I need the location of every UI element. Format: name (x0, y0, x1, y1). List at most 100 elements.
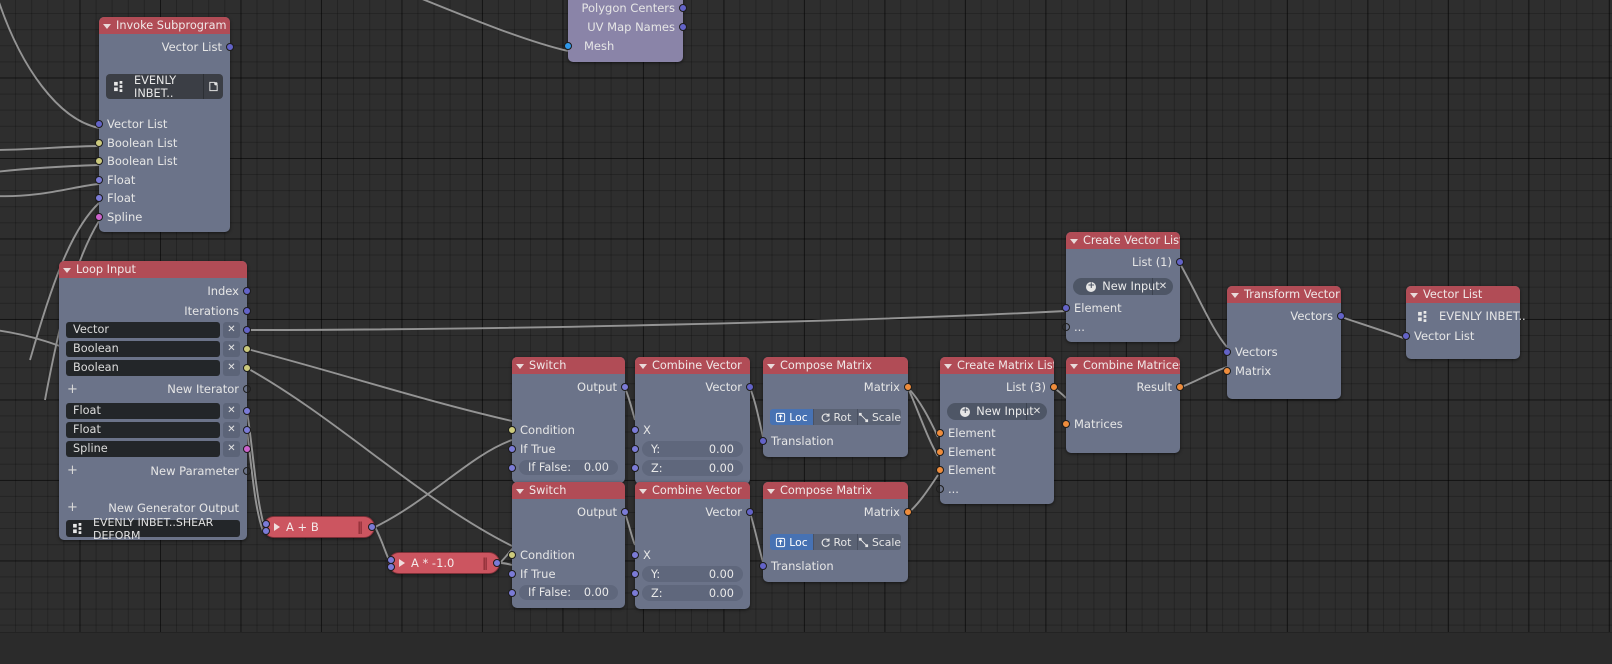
node-compose-matrix-2[interactable]: Compose Matrix Matrix Loc Rot Scale Tran… (759, 482, 912, 582)
socket-vector[interactable] (679, 4, 687, 13)
socket-b[interactable] (387, 563, 395, 571)
socket-translation[interactable] (759, 562, 767, 571)
collapse-triangle-icon[interactable] (103, 23, 111, 29)
socket-vector-list[interactable] (226, 42, 234, 51)
socket-row-matrix-out[interactable]: Matrix (763, 501, 912, 522)
socket-output[interactable] (621, 507, 629, 516)
socket-row-vector-list-out[interactable]: Vector List (99, 36, 234, 57)
socket-iterations[interactable] (243, 306, 251, 315)
toggle-rot[interactable]: Rot (813, 409, 858, 425)
socket-row-translation[interactable]: Translation (759, 557, 908, 576)
socket-row-float-1[interactable]: Float (95, 171, 230, 190)
socket-element[interactable] (936, 466, 944, 475)
node-header[interactable]: Combine Matrices (1066, 357, 1180, 374)
node-create-vector-list[interactable]: Create Vector List List (1) + New Input … (1062, 232, 1184, 342)
node-invoke-subprogram[interactable]: Invoke Subprogram Vector List EVENLY INB… (95, 17, 234, 232)
socket-condition[interactable] (508, 426, 516, 435)
socket-row-z[interactable]: Z: 0.00 (631, 584, 750, 603)
parameter-row-float-1[interactable]: Float ✕ (59, 401, 251, 420)
node-header[interactable]: Switch (512, 482, 625, 499)
socket-mesh[interactable] (564, 42, 572, 50)
node-switch-2[interactable]: Switch Output Condition If True If False… (508, 482, 629, 608)
collapse-triangle-icon[interactable] (767, 363, 775, 369)
collapse-triangle-icon[interactable] (944, 363, 952, 369)
socket-row-result[interactable]: Result (1066, 376, 1184, 397)
socket-element[interactable] (936, 447, 944, 456)
collapse-triangle-icon[interactable] (1070, 238, 1078, 244)
socket-boolean[interactable] (243, 363, 251, 372)
remove-parameter-button[interactable]: ✕ (223, 402, 240, 419)
node-header[interactable]: Transform Vector (1227, 286, 1341, 303)
node-create-matrix-list[interactable]: Create Matrix List List (3) + New Input … (936, 357, 1058, 504)
socket-vector[interactable] (243, 325, 251, 334)
new-subprogram-button[interactable] (203, 74, 223, 99)
socket-matrix[interactable] (904, 382, 912, 391)
loc-rot-scale-toggles[interactable]: Loc Rot Scale (770, 534, 901, 550)
loop-subprogram-button[interactable]: EVENLY INBET..SHEAR DEFORM (66, 516, 240, 542)
socket-new-iterator[interactable] (243, 385, 251, 393)
socket-row-mesh[interactable]: Mesh (564, 36, 683, 56)
socket-row-ellipsis[interactable]: ... (1062, 318, 1180, 337)
iterator-name-field[interactable]: Vector (66, 321, 220, 338)
remove-iterator-button[interactable]: ✕ (223, 359, 240, 376)
socket-row-output[interactable]: Output (512, 376, 629, 397)
collapse-triangle-icon[interactable] (516, 363, 524, 369)
socket-condition[interactable] (508, 551, 516, 560)
iterator-row-vector[interactable]: Vector ✕ (59, 320, 251, 339)
socket-row-boolean-list-1[interactable]: Boolean List (95, 134, 230, 153)
node-header[interactable]: Create Matrix List (940, 357, 1054, 374)
node-math-add[interactable]: A + B ‖ (262, 516, 376, 538)
socket-list[interactable] (1050, 382, 1058, 391)
z-value[interactable]: 0.00 (709, 462, 734, 475)
socket-spline[interactable] (243, 444, 251, 453)
socket-row-iterations[interactable]: Iterations (59, 301, 251, 320)
socket-z[interactable] (631, 464, 639, 472)
node-combine-vector-1[interactable]: Combine Vector Vector X Y: 0.00 Z: 0.00 (631, 357, 754, 484)
socket-float[interactable] (95, 175, 103, 184)
expand-triangle-icon[interactable] (399, 559, 405, 567)
collapse-triangle-icon[interactable] (639, 488, 647, 494)
socket-row-ellipsis[interactable]: ... (936, 480, 1054, 499)
parameter-name-field[interactable]: Float (66, 402, 220, 419)
collapse-triangle-icon[interactable] (1410, 292, 1418, 298)
socket-row-y[interactable]: Y: 0.00 (631, 440, 750, 459)
socket-result[interactable] (493, 559, 501, 567)
node-header[interactable]: Compose Matrix (763, 482, 908, 499)
socket-if-true[interactable] (508, 569, 516, 578)
socket-row-if-false[interactable]: If False: 0.00 (508, 458, 625, 477)
socket-element[interactable] (1062, 304, 1070, 313)
socket-row-vector-list-in[interactable]: Vector List (1402, 327, 1520, 346)
socket-output[interactable] (621, 382, 629, 391)
socket-row-float-2[interactable]: Float (95, 189, 230, 208)
socket-new-element[interactable] (1062, 322, 1070, 331)
socket-vectors[interactable] (1337, 311, 1345, 320)
iterator-name-field[interactable]: Boolean (66, 340, 220, 357)
socket-row-element-2[interactable]: Element (936, 443, 1054, 462)
socket-translation[interactable] (759, 437, 767, 446)
socket-boolean-list[interactable] (95, 138, 103, 147)
toggle-loc[interactable]: Loc (770, 409, 814, 425)
new-iterator-button[interactable]: + New Iterator (59, 377, 251, 401)
toggle-scale[interactable]: Scale (857, 534, 901, 550)
node-mesh-source[interactable]: Polygon Centers UV Map Names Mesh (564, 0, 687, 62)
socket-if-true[interactable] (508, 444, 516, 453)
parameter-name-field[interactable]: Float (66, 421, 220, 438)
socket-float[interactable] (243, 406, 251, 415)
node-header[interactable]: Combine Vector (635, 357, 750, 374)
socket-if-false[interactable] (508, 463, 516, 472)
node-loop-input[interactable]: Loop Input Index Iterations Vector ✕ Boo… (59, 261, 251, 542)
socket-row-vector-out[interactable]: Vector (635, 376, 754, 397)
node-header[interactable]: Compose Matrix (763, 357, 908, 374)
collapse-triangle-icon[interactable] (63, 267, 71, 273)
new-parameter-button[interactable]: + New Parameter (59, 458, 251, 483)
socket-vector-list[interactable] (95, 120, 103, 129)
remove-iterator-button[interactable]: ✕ (223, 340, 240, 357)
socket-row-z[interactable]: Z: 0.00 (631, 459, 750, 478)
socket-spline[interactable] (95, 212, 103, 221)
socket-row-boolean-list-2[interactable]: Boolean List (95, 152, 230, 171)
node-editor-canvas[interactable]: Polygon Centers UV Map Names Mesh Invoke… (0, 0, 1612, 664)
socket-row-condition[interactable]: Condition (508, 546, 625, 565)
parameter-row-spline[interactable]: Spline ✕ (59, 439, 251, 458)
socket-row-element-1[interactable]: Element (1062, 299, 1180, 318)
socket-row-translation[interactable]: Translation (759, 432, 908, 451)
